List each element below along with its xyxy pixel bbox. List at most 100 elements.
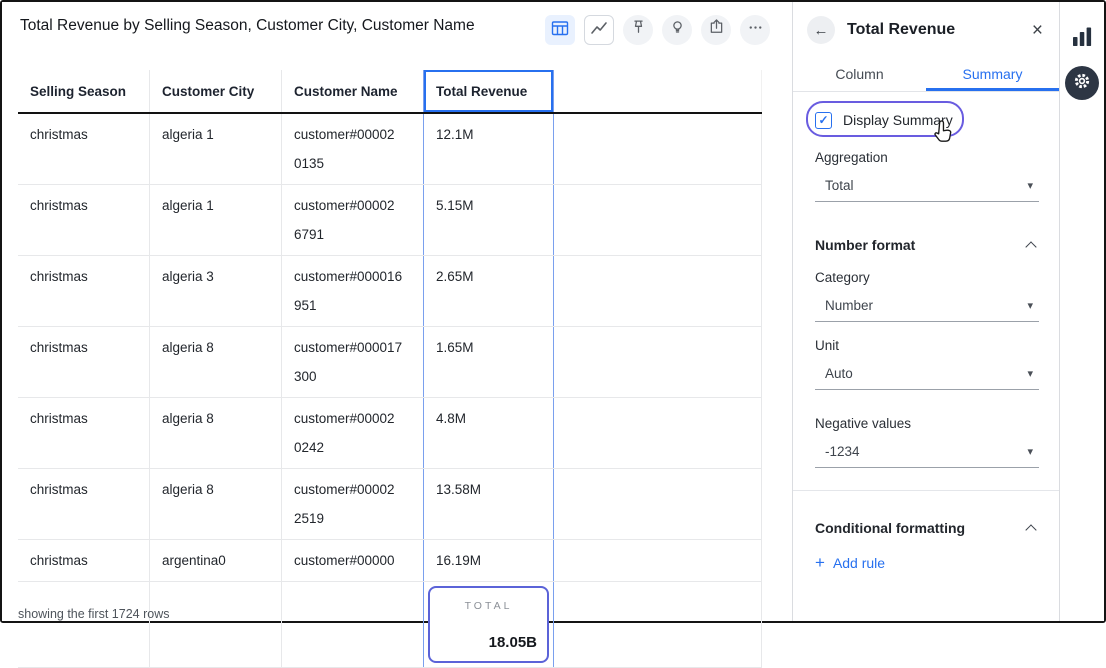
unit-value: Auto bbox=[825, 366, 853, 381]
answer-main-area: Total Revenue by Selling Season, Custome… bbox=[2, 2, 792, 621]
aggregation-select[interactable]: Total ▾ bbox=[815, 170, 1039, 202]
cell-customer-name[interactable]: customer#00002 6791 bbox=[282, 185, 424, 255]
panel-body: ✓ Display Summary Aggregation Total ▾ Nu… bbox=[793, 92, 1059, 573]
more-options-icon bbox=[746, 18, 765, 42]
cell-empty bbox=[554, 398, 762, 468]
chevron-up-icon bbox=[1025, 241, 1036, 252]
cell-total-revenue[interactable]: 4.8M bbox=[424, 398, 554, 468]
share-button[interactable] bbox=[701, 15, 731, 45]
cell-selling-season[interactable]: christmas bbox=[18, 540, 150, 581]
cell-total-revenue[interactable]: 13.58M bbox=[424, 469, 554, 539]
total-summary-cell: TOTAL 18.05B bbox=[424, 582, 554, 667]
share-icon bbox=[707, 18, 726, 42]
add-rule-button[interactable]: + Add rule bbox=[815, 553, 885, 573]
conditional-formatting-section-header[interactable]: Conditional formatting bbox=[815, 517, 1039, 539]
pin-button[interactable] bbox=[623, 15, 653, 45]
cell-selling-season[interactable]: christmas bbox=[18, 327, 150, 397]
cell-empty bbox=[150, 582, 282, 667]
back-button[interactable]: ← bbox=[807, 16, 835, 44]
panel-tabs: Column Summary bbox=[793, 58, 1059, 92]
display-summary-checkbox[interactable]: ✓ bbox=[815, 112, 832, 129]
total-summary-box: TOTAL 18.05B bbox=[428, 586, 549, 663]
close-button[interactable]: × bbox=[1032, 21, 1043, 40]
column-header-customer-city[interactable]: Customer City bbox=[150, 70, 282, 112]
cell-empty bbox=[18, 582, 150, 667]
chart-view-button[interactable] bbox=[584, 15, 614, 45]
panel-title: Total Revenue bbox=[847, 21, 1020, 39]
cell-customer-name[interactable]: customer#00002 0135 bbox=[282, 114, 424, 184]
insights-button[interactable] bbox=[662, 15, 692, 45]
cell-customer-city[interactable]: algeria 1 bbox=[150, 185, 282, 255]
table-row[interactable]: christmas algeria 3 customer#000016 951 … bbox=[18, 256, 762, 327]
check-icon: ✓ bbox=[818, 113, 828, 127]
table-row[interactable]: christmas algeria 8 customer#000017 300 … bbox=[18, 327, 762, 398]
aggregation-value: Total bbox=[825, 178, 854, 193]
chevron-up-icon bbox=[1025, 524, 1036, 535]
number-format-section-header[interactable]: Number format bbox=[815, 234, 1039, 256]
pin-icon bbox=[629, 18, 648, 42]
section-divider bbox=[793, 490, 1059, 491]
cell-customer-city[interactable]: algeria 8 bbox=[150, 398, 282, 468]
chevron-down-icon: ▾ bbox=[1027, 445, 1033, 458]
column-header-customer-name[interactable]: Customer Name bbox=[282, 70, 424, 112]
cell-selling-season[interactable]: christmas bbox=[18, 256, 150, 326]
chart-view-icon bbox=[589, 18, 609, 43]
row-count-note: showing the first 1724 rows bbox=[18, 607, 169, 621]
negative-values-select[interactable]: -1234 ▾ bbox=[815, 436, 1039, 468]
cell-customer-city[interactable]: algeria 1 bbox=[150, 114, 282, 184]
table-row[interactable]: christmas algeria 1 customer#00002 0135 … bbox=[18, 114, 762, 185]
column-header-selling-season[interactable]: Selling Season bbox=[18, 70, 150, 112]
table-view-button[interactable] bbox=[545, 15, 575, 45]
cell-customer-name[interactable]: customer#000016 951 bbox=[282, 256, 424, 326]
settings-button[interactable] bbox=[1065, 66, 1099, 100]
category-label: Category bbox=[815, 270, 1039, 285]
cell-customer-name[interactable]: customer#00002 0242 bbox=[282, 398, 424, 468]
column-header-total-revenue-selected[interactable]: Total Revenue bbox=[424, 70, 554, 112]
cell-customer-city[interactable]: algeria 3 bbox=[150, 256, 282, 326]
page-title: Total Revenue by Selling Season, Custome… bbox=[20, 17, 475, 35]
total-label: TOTAL bbox=[440, 592, 537, 621]
cell-selling-season[interactable]: christmas bbox=[18, 114, 150, 184]
category-select[interactable]: Number ▾ bbox=[815, 290, 1039, 322]
cell-customer-city[interactable]: algeria 8 bbox=[150, 469, 282, 539]
cell-empty bbox=[554, 540, 762, 581]
cell-selling-season[interactable]: christmas bbox=[18, 398, 150, 468]
right-utility-rail bbox=[1060, 2, 1104, 621]
chart-bars-button[interactable] bbox=[1070, 25, 1094, 49]
unit-select[interactable]: Auto ▾ bbox=[815, 358, 1039, 390]
cell-empty bbox=[554, 185, 762, 255]
cell-customer-name[interactable]: customer#00002 2519 bbox=[282, 469, 424, 539]
panel-header: ← Total Revenue × bbox=[793, 2, 1059, 58]
cell-selling-season[interactable]: christmas bbox=[18, 185, 150, 255]
gear-icon bbox=[1071, 70, 1093, 97]
tab-column[interactable]: Column bbox=[793, 58, 926, 91]
cell-total-revenue[interactable]: 2.65M bbox=[424, 256, 554, 326]
cell-customer-city[interactable]: algeria 8 bbox=[150, 327, 282, 397]
cell-customer-name[interactable]: customer#000017 300 bbox=[282, 327, 424, 397]
cell-empty bbox=[554, 114, 762, 184]
tab-summary[interactable]: Summary bbox=[926, 58, 1059, 91]
cell-total-revenue[interactable]: 5.15M bbox=[424, 185, 554, 255]
cell-customer-city[interactable]: argentina0 bbox=[150, 540, 282, 581]
cursor-hand-icon bbox=[929, 119, 956, 146]
cell-total-revenue[interactable]: 16.19M bbox=[424, 540, 554, 581]
aggregation-label: Aggregation bbox=[815, 150, 1039, 165]
table-row[interactable]: christmas algeria 8 customer#00002 0242 … bbox=[18, 398, 762, 469]
app-window: { "window": { "title": "Total Revenue by… bbox=[0, 0, 1106, 623]
cell-empty bbox=[554, 469, 762, 539]
conditional-formatting-title: Conditional formatting bbox=[815, 520, 965, 536]
column-header-empty bbox=[554, 70, 762, 112]
cell-selling-season[interactable]: christmas bbox=[18, 469, 150, 539]
unit-label: Unit bbox=[815, 338, 1039, 353]
cell-empty bbox=[554, 256, 762, 326]
display-summary-toggle[interactable]: ✓ Display Summary bbox=[815, 106, 953, 134]
cell-empty bbox=[554, 327, 762, 397]
table-row[interactable]: christmas algeria 8 customer#00002 2519 … bbox=[18, 469, 762, 540]
more-options-button[interactable] bbox=[740, 15, 770, 45]
table-row[interactable]: christmas algeria 1 customer#00002 6791 … bbox=[18, 185, 762, 256]
cell-total-revenue[interactable]: 1.65M bbox=[424, 327, 554, 397]
cell-total-revenue[interactable]: 12.1M bbox=[424, 114, 554, 184]
cell-customer-name[interactable]: customer#00000 bbox=[282, 540, 424, 581]
table-row[interactable]: christmas argentina0 customer#00000 16.1… bbox=[18, 540, 762, 582]
category-value: Number bbox=[825, 298, 873, 313]
